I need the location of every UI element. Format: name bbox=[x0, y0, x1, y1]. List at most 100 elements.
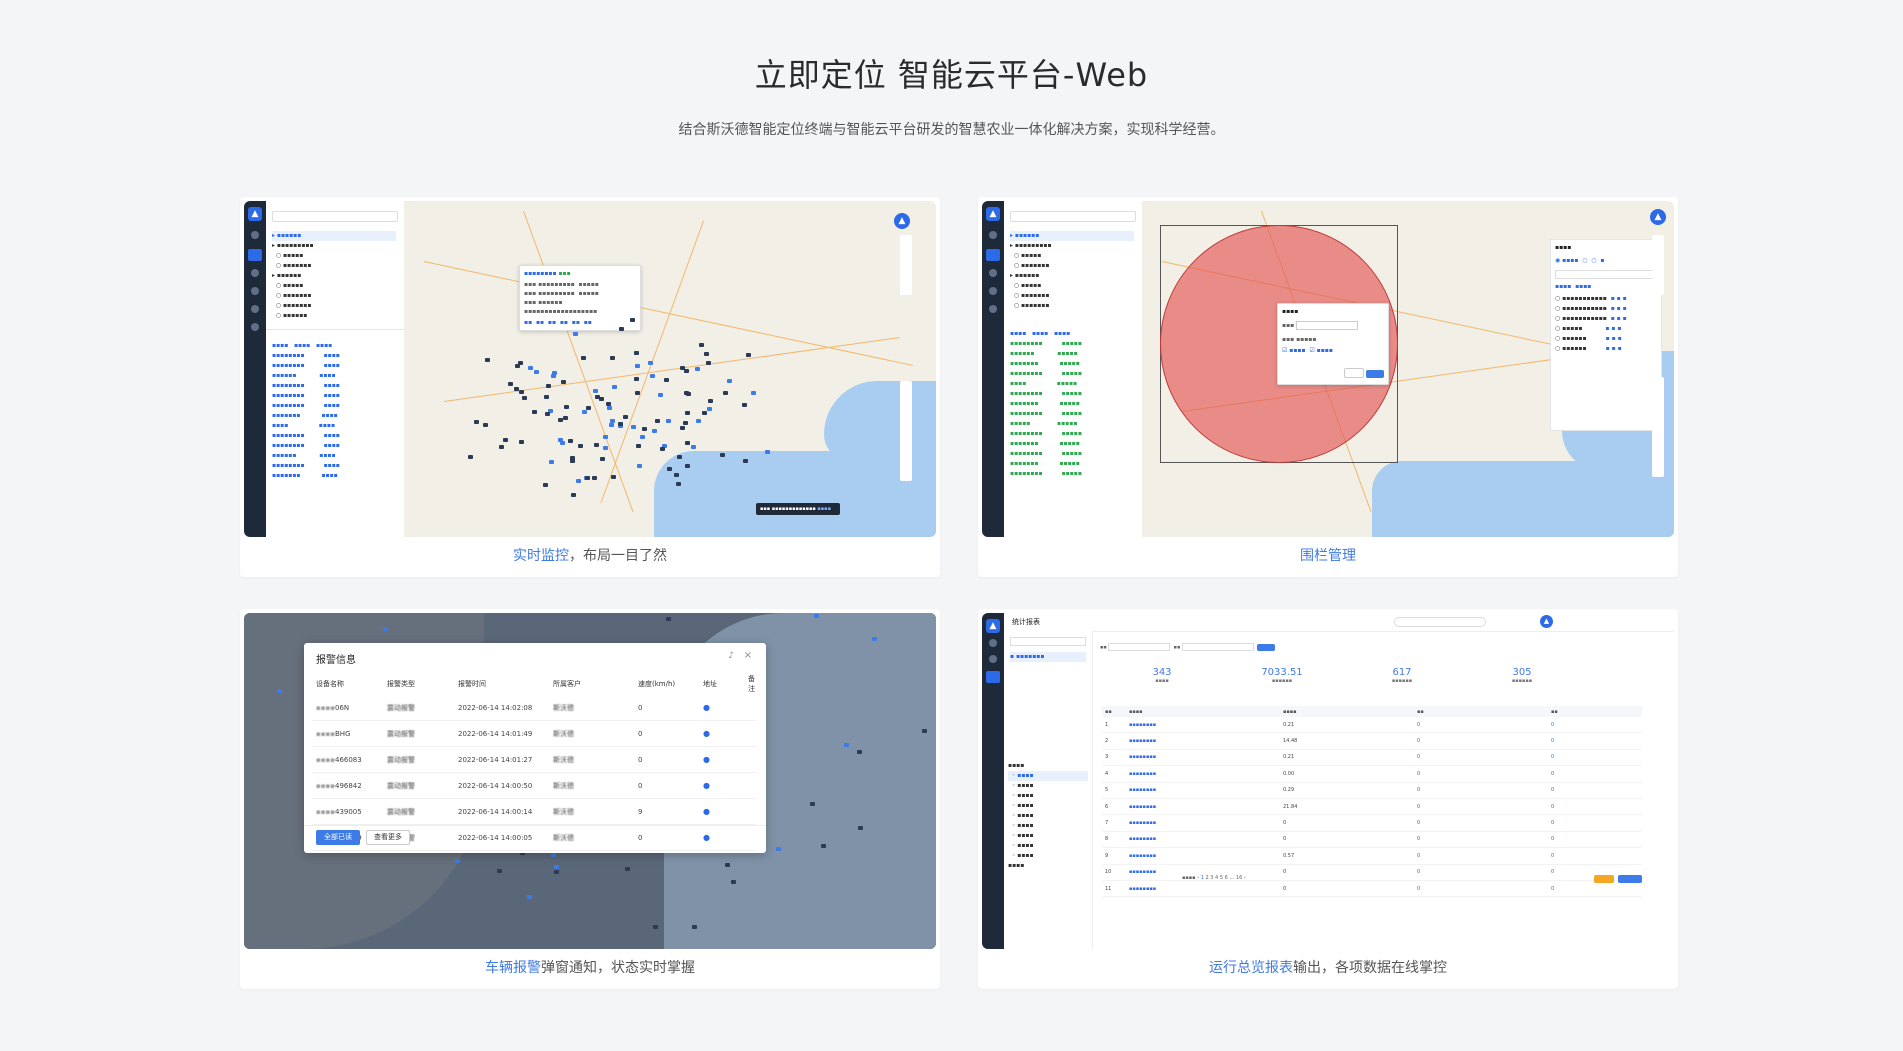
vehicle-marker-icon[interactable] bbox=[602, 446, 608, 451]
vehicle-marker-icon[interactable] bbox=[519, 389, 525, 394]
vehicle-marker-icon[interactable] bbox=[503, 437, 509, 442]
map-toolbar[interactable] bbox=[900, 235, 912, 295]
vehicle-marker-icon[interactable] bbox=[652, 428, 658, 433]
fence-search-input[interactable] bbox=[1555, 270, 1657, 279]
vehicle-marker-icon[interactable] bbox=[528, 365, 534, 370]
monitor-icon[interactable] bbox=[248, 249, 262, 261]
map-view[interactable]: ▪▪▪▪▪▪▪▪ ▪▪▪ ▪▪▪ ▪▪▪▪▪▪▪▪▪ ▪▪▪▪▪ ▪▪▪ ▪▪▪… bbox=[404, 201, 936, 537]
report-device-link[interactable]: ▪▪▪▪▪▪▪▪ bbox=[1126, 782, 1280, 799]
vehicle-marker-icon[interactable] bbox=[680, 426, 686, 431]
close-icon[interactable]: × bbox=[744, 650, 752, 661]
vehicle-marker-icon[interactable] bbox=[722, 391, 728, 396]
vehicle-marker-icon[interactable] bbox=[764, 449, 770, 454]
report-device-link[interactable]: ▪▪▪▪▪▪▪▪ bbox=[1126, 749, 1280, 767]
vehicle-marker-icon[interactable] bbox=[635, 364, 641, 369]
vehicle-marker-icon[interactable] bbox=[640, 435, 646, 440]
report-row[interactable]: 11 ▪▪▪▪▪▪▪▪ 0 0 0 bbox=[1102, 880, 1642, 898]
report-row[interactable]: 9 ▪▪▪▪▪▪▪▪ 0.57 0 0 bbox=[1102, 847, 1642, 865]
vehicle-marker-icon[interactable] bbox=[708, 399, 714, 404]
vehicle-marker-icon[interactable] bbox=[546, 383, 552, 388]
vehicle-marker-icon[interactable] bbox=[631, 424, 637, 429]
report-row[interactable]: 4 ▪▪▪▪▪▪▪▪ 0.00 0 0 bbox=[1102, 765, 1642, 783]
vehicle-marker-icon[interactable] bbox=[550, 853, 556, 858]
vehicle-marker-icon[interactable] bbox=[514, 386, 520, 391]
vehicle-marker-icon[interactable] bbox=[664, 378, 670, 383]
global-search-input[interactable] bbox=[1394, 617, 1486, 627]
zoom-controls[interactable] bbox=[900, 381, 912, 481]
pagination[interactable]: ▪▪▪▪ ‹ 1 2 3 4 5 6 … 16 › bbox=[1182, 875, 1246, 881]
map-view[interactable]: ▪▪▪▪ ▪▪▪ ▪▪▪ ▪▪▪▪▪ ☑ ▪▪▪▪ ☑ ▪▪▪▪ ▪▪▪▪ ◉ … bbox=[1142, 201, 1674, 537]
vehicle-marker-icon[interactable] bbox=[743, 458, 749, 463]
compass-icon[interactable]: ▲ bbox=[894, 213, 910, 229]
device-search-input[interactable] bbox=[1010, 211, 1136, 222]
vehicle-marker-icon[interactable] bbox=[592, 475, 598, 480]
report-row[interactable]: 6 ▪▪▪▪▪▪▪▪ 21.84 0 0 bbox=[1102, 798, 1642, 816]
vehicle-marker-icon[interactable] bbox=[727, 379, 733, 384]
vehicle-marker-icon[interactable] bbox=[562, 415, 568, 420]
vehicle-marker-icon[interactable] bbox=[648, 360, 654, 365]
report-row[interactable]: 3 ▪▪▪▪▪▪▪▪ 0.21 0 0 bbox=[1102, 749, 1642, 767]
vehicle-marker-icon[interactable] bbox=[498, 444, 504, 449]
vehicle-marker-icon[interactable] bbox=[706, 361, 712, 366]
vehicle-marker-icon[interactable] bbox=[857, 749, 863, 754]
settings-icon[interactable] bbox=[251, 323, 259, 331]
vehicle-marker-icon[interactable] bbox=[560, 379, 566, 384]
report-device-link[interactable]: ▪▪▪▪▪▪▪▪ bbox=[1126, 798, 1280, 816]
vehicle-marker-icon[interactable] bbox=[554, 864, 560, 869]
vehicle-marker-icon[interactable] bbox=[554, 869, 560, 874]
vehicle-marker-icon[interactable] bbox=[660, 446, 666, 451]
vehicle-marker-icon[interactable] bbox=[575, 479, 581, 484]
vehicle-marker-icon[interactable] bbox=[467, 455, 473, 460]
vehicle-marker-icon[interactable] bbox=[454, 858, 460, 863]
export-button[interactable] bbox=[1594, 875, 1614, 883]
report-row[interactable]: 8 ▪▪▪▪▪▪▪▪ 0 0 0 bbox=[1102, 831, 1642, 849]
vehicle-marker-icon[interactable] bbox=[858, 825, 864, 830]
compass-icon[interactable]: ▲ bbox=[1650, 209, 1666, 225]
vehicle-marker-icon[interactable] bbox=[625, 867, 631, 872]
vehicle-marker-icon[interactable] bbox=[484, 357, 490, 362]
vehicle-marker-icon[interactable] bbox=[685, 440, 691, 445]
vehicle-marker-icon[interactable] bbox=[636, 444, 641, 449]
location-pin-icon[interactable]: ● bbox=[699, 798, 744, 825]
vehicle-marker-icon[interactable] bbox=[775, 846, 781, 851]
vehicle-marker-icon[interactable] bbox=[514, 363, 520, 368]
vehicle-marker-icon[interactable] bbox=[691, 445, 697, 450]
user-icon[interactable] bbox=[989, 269, 997, 277]
query-button[interactable] bbox=[1257, 643, 1276, 651]
vehicle-marker-icon[interactable] bbox=[751, 390, 757, 395]
vehicle-marker-icon[interactable] bbox=[746, 353, 752, 358]
monitor-icon[interactable] bbox=[986, 249, 1000, 261]
vehicle-marker-icon[interactable] bbox=[599, 457, 605, 462]
vehicle-marker-icon[interactable] bbox=[618, 327, 624, 332]
report-row[interactable]: 5 ▪▪▪▪▪▪▪▪ 0.29 0 0 bbox=[1102, 782, 1642, 799]
vehicle-marker-icon[interactable] bbox=[572, 332, 578, 337]
vehicle-marker-icon[interactable] bbox=[610, 418, 616, 423]
vehicle-marker-icon[interactable] bbox=[686, 392, 692, 397]
vehicle-marker-icon[interactable] bbox=[730, 879, 736, 884]
vehicle-marker-icon[interactable] bbox=[518, 439, 524, 444]
report-device-link[interactable]: ▪▪▪▪▪▪▪▪ bbox=[1126, 880, 1280, 898]
download-button[interactable] bbox=[1618, 875, 1642, 883]
zoom-controls[interactable] bbox=[1652, 377, 1664, 477]
vehicle-marker-icon[interactable] bbox=[584, 476, 590, 481]
vehicle-marker-icon[interactable] bbox=[508, 382, 514, 387]
vehicle-marker-icon[interactable] bbox=[382, 626, 388, 631]
notification-bar[interactable]: ▪▪▪ ▪▪▪▪▪▪▪▪▪▪▪▪▪ ▪▪▪▪ bbox=[756, 503, 840, 515]
vehicle-marker-icon[interactable] bbox=[642, 427, 648, 432]
alarm-row[interactable]: ▪▪▪▪466083 震动报警 2022-06-14 14:01:27 斯沃德 0 ● bbox=[312, 746, 756, 773]
report-tree-search[interactable] bbox=[1010, 637, 1086, 646]
vehicle-marker-icon[interactable] bbox=[636, 463, 642, 468]
vehicle-marker-icon[interactable] bbox=[496, 868, 502, 873]
mute-icon[interactable]: ♪ bbox=[728, 651, 734, 661]
vehicle-marker-icon[interactable] bbox=[483, 422, 489, 427]
vehicle-marker-icon[interactable] bbox=[602, 434, 608, 439]
vehicle-marker-icon[interactable] bbox=[593, 443, 599, 448]
vehicle-marker-icon[interactable] bbox=[658, 393, 664, 398]
vehicle-marker-icon[interactable] bbox=[685, 410, 691, 415]
vehicle-marker-icon[interactable] bbox=[666, 467, 672, 472]
vehicle-marker-icon[interactable] bbox=[586, 405, 592, 410]
vehicle-marker-icon[interactable] bbox=[676, 455, 682, 460]
user-avatar[interactable]: ▲ bbox=[1540, 615, 1553, 628]
vehicle-marker-icon[interactable] bbox=[610, 474, 616, 479]
vehicle-marker-icon[interactable] bbox=[593, 388, 599, 393]
